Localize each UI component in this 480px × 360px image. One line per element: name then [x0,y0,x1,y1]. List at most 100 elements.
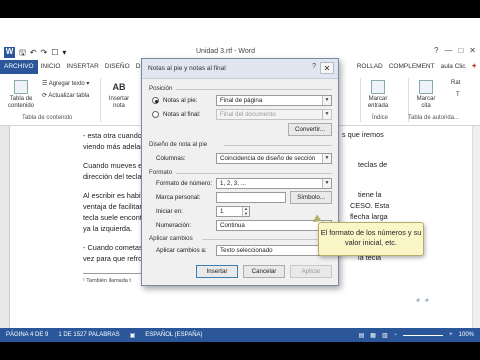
insertar-button[interactable]: Insertar [196,265,238,278]
section-aplicar: Aplicar cambios [149,235,193,242]
zoom-level[interactable]: 100% [459,332,474,338]
vertical-ruler [0,126,10,328]
columnas-label: Columnas: [156,155,186,162]
web-layout-icon[interactable]: ▥ [382,332,388,339]
dropdown-icon: ▾ [84,81,90,87]
notas-pie-select[interactable]: Final de página ▼ [216,95,332,106]
language-indicator[interactable]: ESPAÑOL (ESPAÑA) [145,332,202,338]
zoom-slider[interactable] [403,334,444,336]
section-posicion: Posición [149,85,173,92]
new-doc-icon[interactable]: ☐ [51,48,58,58]
doc-line-fragment: tiene la [358,190,382,199]
footnote-text: ¹ También llamada t [83,278,131,284]
formato-numero-select-value: 1, 2, 3, ... [220,180,246,187]
help-icon[interactable]: ? [312,63,316,70]
dialog-title: Notas al pie y notas al final [148,65,226,72]
print-layout-icon[interactable]: ▦ [370,332,376,339]
numeracion-label: Numeración: [156,222,192,229]
section-divider [176,89,332,90]
close-icon[interactable]: ✕ [320,62,334,74]
doc-line-fragment: teclas de [358,160,388,169]
mark-entry-icon [371,80,385,94]
group-label-tabla-autoridades: Tabla de autorida... [408,115,460,121]
formato-numero-label: Formato de número: [156,180,213,187]
aplicar-a-select[interactable]: Texto seleccionado ▼ [216,245,332,256]
section-diseno: Diseño de nota al pie [149,141,208,148]
ribbon-tabs-right: ROLLAD COMPLEMENT aula Clic ✦ [354,60,480,74]
notas-final-select[interactable]: Final del documento ▼ [216,109,332,120]
columnas-select[interactable]: Coincidencia de diseño de sección ▼ [216,153,332,164]
ribbon-right-label[interactable]: Rat [451,80,460,86]
user-name[interactable]: aula Clic [438,60,469,74]
tabla-contenido-button[interactable]: Tabla de contenido [4,80,38,110]
marcar-entrada-button[interactable]: Marcar entrada [364,80,392,110]
tab-complementos[interactable]: COMPLEMENT [386,60,438,74]
aula-clic-logo-icon: ✦ [471,63,477,70]
tab-insertar[interactable]: INSERTAR [64,60,102,74]
section-divider [202,239,332,240]
doc-line-fragment: flecha larga [350,212,388,221]
ribbon-separator [100,78,101,122]
zoom-in-icon[interactable]: + [449,332,453,338]
marca-personal-input[interactable] [216,192,286,203]
zoom-out-icon[interactable]: − [394,332,398,338]
formato-numero-select[interactable]: 1, 2, 3, ... ▼ [216,178,332,189]
doc-line-fragment: s que iremos [342,130,384,139]
group-label-indice: Índice [372,115,389,121]
tab-diseno[interactable]: DISEÑO [102,60,133,74]
word-count[interactable]: 1 DE 1527 PALABRAS [58,332,119,338]
window-controls: ? — □ ✕ [434,46,476,55]
notas-final-select-value: Final del documento [220,111,276,118]
notas-pie-label: Notas al pie: [163,97,198,104]
iniciar-en-stepper[interactable]: 1 ▲ ▼ [216,206,250,217]
agregar-texto-button[interactable]: ☰ Agregar texto ▾ [42,80,89,87]
tab-desarrollador[interactable]: ROLLAD [354,60,386,74]
marcar-cita-button[interactable]: Marcar cita [412,80,440,110]
notas-final-label: Notas al final: [163,111,201,118]
marcar-cita-label: Marcar cita [416,96,436,109]
radio-notas-pie[interactable] [152,97,159,104]
doc-line-fragment: CESO. Esta [350,201,390,210]
undo-icon[interactable]: ↶ [30,48,37,58]
help-icon[interactable]: ? [434,46,438,55]
save-icon[interactable]: 🖫 [19,48,26,58]
radio-notas-final[interactable] [152,111,159,118]
close-window-icon[interactable]: ✕ [469,46,476,55]
actualizar-tabla-button[interactable]: ⟳ Actualizar tabla [42,92,89,99]
marca-personal-label: Marca personal: [156,194,201,201]
section-divider [224,145,332,146]
footnote-icon: AB [112,82,126,92]
cancelar-button[interactable]: Cancelar [243,265,285,278]
read-mode-icon[interactable]: ▤ [359,332,365,339]
dialog-title-bar[interactable]: Notas al pie y notas al final ? ✕ [142,59,338,79]
ribbon-separator [360,78,361,122]
maximize-icon[interactable]: □ [458,46,463,55]
marcar-entrada-label: Marcar entrada [367,96,389,109]
chevron-down-icon: ▼ [322,96,331,105]
page-indicator[interactable]: PÁGINA 4 DE 9 [6,332,48,338]
simbolo-button[interactable]: Símbolo... [290,191,332,204]
screen: W 🖫 ↶ ↷ ☐ ▾ Unidad 3.rtf - Word ? — □ ✕ … [0,0,480,360]
customize-qat-icon[interactable]: ▾ [62,48,66,58]
actualizar-tabla-label: Actualizar tabla [48,93,90,99]
aplicar-button[interactable]: Aplicar [290,265,332,278]
spinner-arrows-icon[interactable]: ▲ ▼ [242,207,249,216]
ribbon-right-label-2[interactable]: T [456,92,460,98]
proofing-icon[interactable]: ▣ [130,332,136,339]
footnotes-dialog: Notas al pie y notas al final ? ✕ Posici… [141,58,339,286]
tab-archivo[interactable]: ARCHIVO [0,60,38,74]
add-text-icon: ☰ [42,81,49,87]
columnas-select-value: Coincidencia de diseño de sección [220,155,316,162]
redo-icon[interactable]: ↷ [41,48,48,58]
minimize-icon[interactable]: — [444,46,452,55]
vertical-scrollbar[interactable] [472,126,480,328]
window-title: Unidad 3.rtf - Word [196,48,256,55]
convertir-button[interactable]: Convertir... [288,123,332,136]
chevron-down-icon: ▼ [322,110,331,119]
aplicar-a-select-value: Texto seleccionado [220,247,273,254]
aula-clic-watermark-icon: ✦ ✦ [414,296,430,305]
insertar-nota-label: Insertar nota [108,96,130,109]
tab-inicio[interactable]: INICIO [38,60,64,74]
letterbox-bottom [0,342,480,360]
insertar-nota-button[interactable]: AB Insertar nota [104,80,134,110]
